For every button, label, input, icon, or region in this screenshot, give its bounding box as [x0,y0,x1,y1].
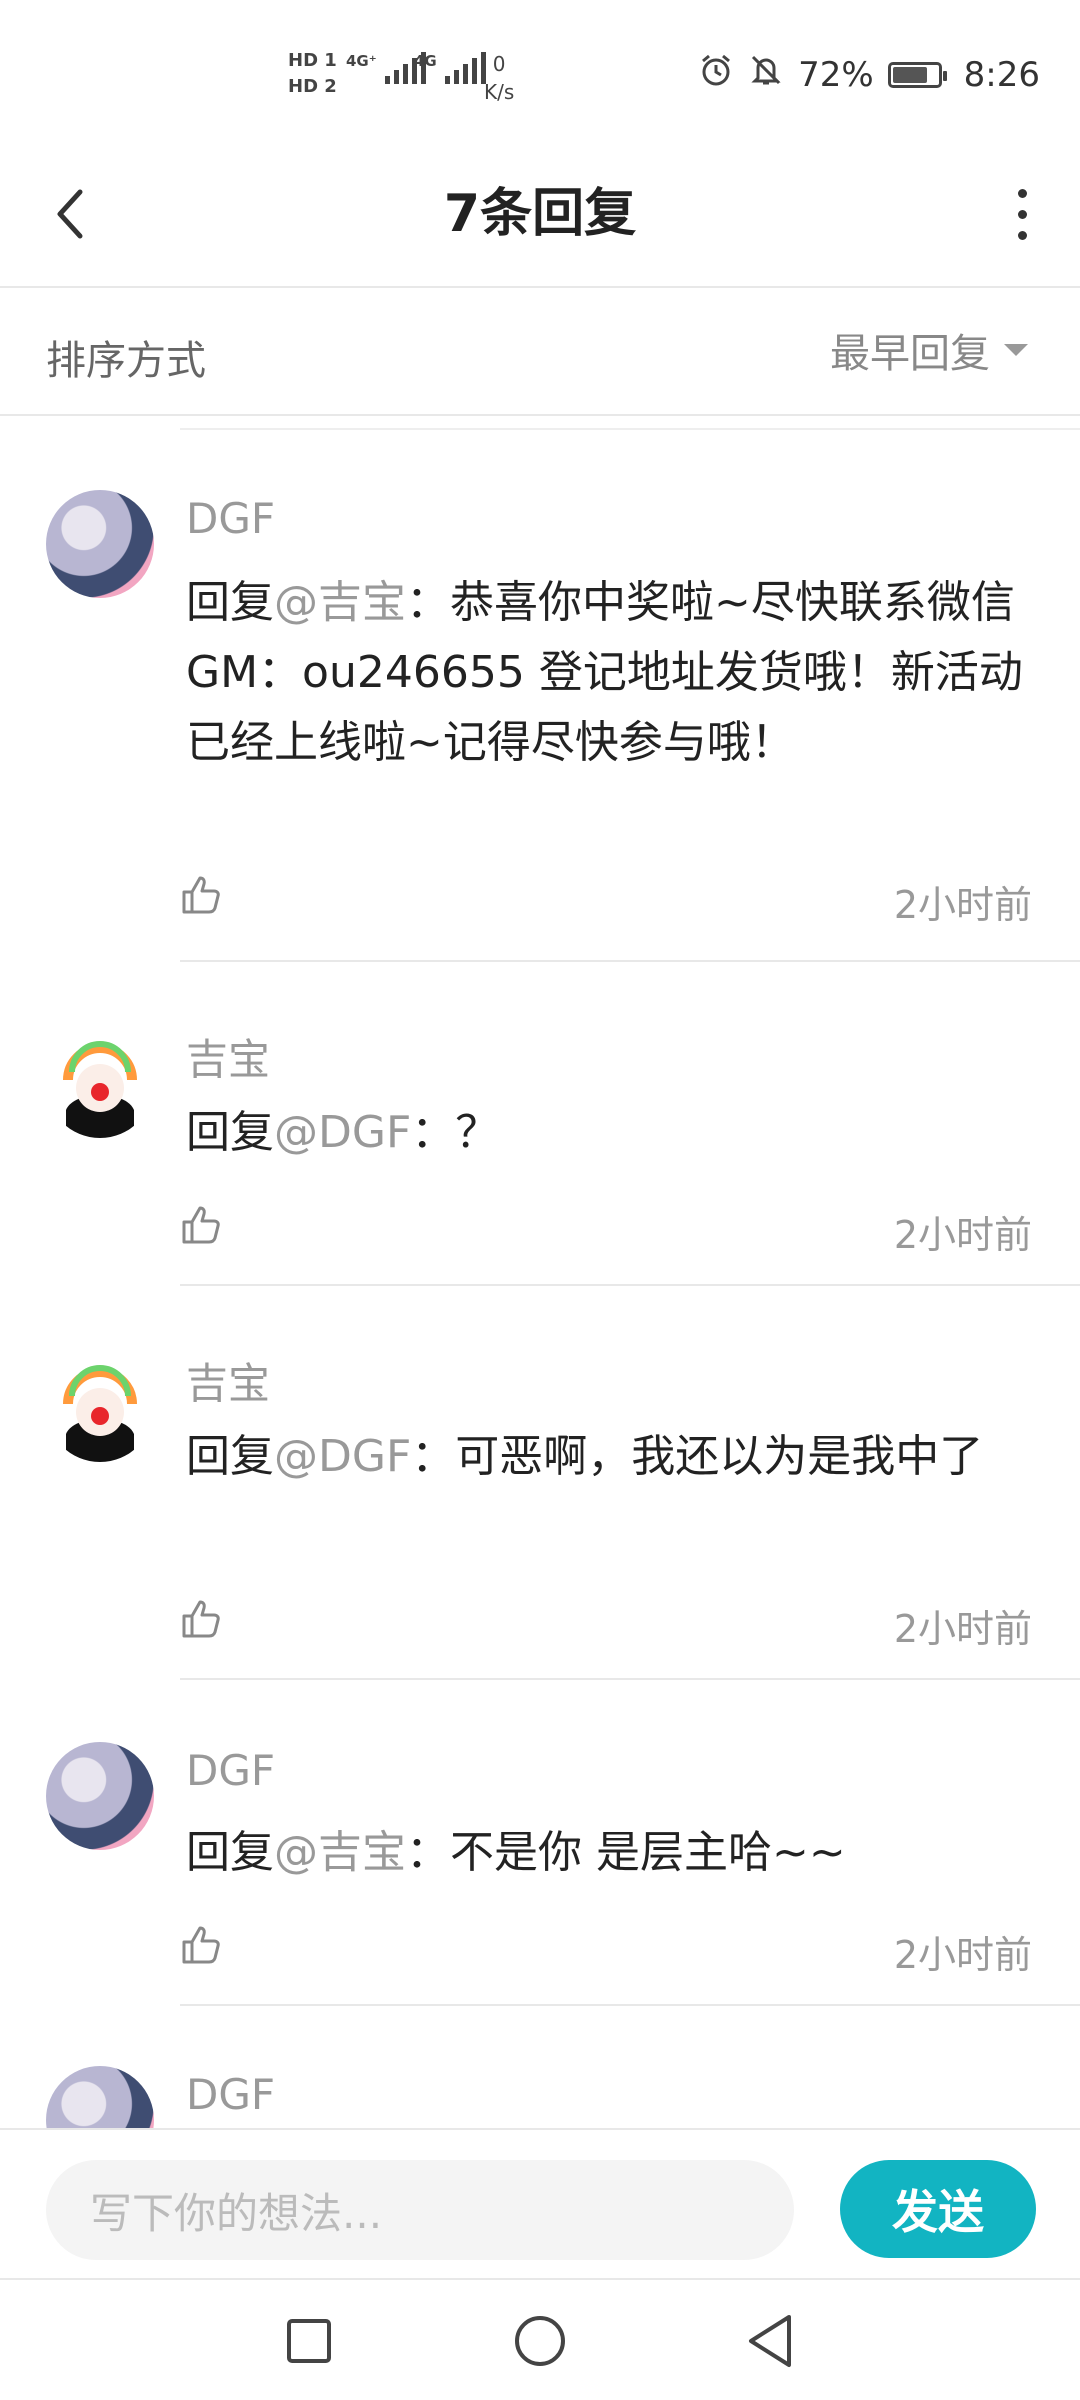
sort-bar: 排序方式 最早回复 [0,290,1080,416]
thumbs-up-icon [182,876,220,914]
reply-text: ：不是你 是层主哈~~ [406,1827,846,1878]
thumbs-up-icon [182,1600,220,1638]
top-app-bar: 7条回复 [0,150,1080,288]
reply-prefix: 回复 [186,1431,274,1482]
sort-label: 排序方式 [46,338,206,384]
battery-percent: 72% [798,54,874,95]
more-vertical-icon [1017,188,1027,198]
reply-text: ：可恶啊，我还以为是我中了 [411,1431,984,1482]
network-speed-unit: K/s [484,80,515,104]
sort-selected-value: 最早回复 [830,331,990,377]
reply-time: 2小时前 [893,883,1032,927]
thumbs-up-icon [182,1206,220,1244]
alarm-icon [698,52,734,97]
list-top-divider [180,420,1080,430]
avatar[interactable] [46,490,154,598]
like-button[interactable] [180,1922,228,1970]
network-speed: 0 K/s [484,50,514,106]
reply-username[interactable]: DGF [186,2070,275,2119]
reply-item: DGF [0,2006,1080,2128]
recents-button[interactable] [274,2306,344,2376]
avatar[interactable] [46,1030,154,1138]
reply-content: 回复@DGF：可恶啊，我还以为是我中了 [186,1422,1006,1492]
send-button[interactable]: 发送 [840,2160,1036,2258]
thumbs-up-icon [182,1926,220,1964]
back-nav-button[interactable] [736,2306,806,2376]
comment-input-bar: 写下你的想法... 发送 [0,2128,1080,2280]
reply-content: 回复@吉宝：不是你 是层主哈~~ [186,1818,1036,1888]
caret-down-icon [1004,344,1028,356]
avatar[interactable] [46,2066,154,2128]
avatar[interactable] [46,1354,154,1462]
mention-link[interactable]: @吉宝 [274,577,406,628]
like-button[interactable] [180,1202,228,1250]
mention-link[interactable]: @DGF [274,1431,411,1482]
triangle-back-icon [749,2315,791,2367]
status-bar: HD 1 HD 2 4G⁺ 4G 0 K/s 72% 8:26 [0,0,1080,150]
reply-content: 回复@吉宝：恭喜你中奖啦~尽快联系微信GM：ou246655 登记地址发货哦！新… [186,568,1036,778]
reply-prefix: 回复 [186,1827,274,1878]
more-options-button[interactable] [992,174,1052,254]
hd-indicator: HD 1 HD 2 [288,48,340,100]
page-title: 7条回复 [443,184,637,244]
reply-time: 2小时前 [893,1213,1032,1257]
square-icon [287,2319,331,2363]
network-speed-value: 0 [492,52,506,76]
reply-prefix: 回复 [186,1107,274,1158]
network-type-2: 4G [414,52,437,70]
reply-username[interactable]: DGF [186,1746,275,1795]
mention-link[interactable]: @DGF [274,1107,411,1158]
reply-time: 2小时前 [893,1933,1032,1977]
reply-time: 2小时前 [893,1607,1032,1651]
avatar[interactable] [46,1742,154,1850]
mute-bell-icon [748,52,784,97]
divider [180,960,1080,962]
signal-icon-sim2: 4G [414,52,486,84]
home-button[interactable] [505,2306,575,2376]
divider [180,1678,1080,1680]
battery-icon [887,61,947,88]
sort-dropdown[interactable]: 最早回复 [830,320,1028,380]
like-button[interactable] [180,1596,228,1644]
reply-prefix: 回复 [186,577,274,628]
reply-text: ：？ [411,1107,500,1158]
clock: 8:26 [963,54,1040,95]
hd2-label: HD 2 [288,76,337,97]
mention-link[interactable]: @吉宝 [274,1827,406,1878]
hd1-label: HD 1 [288,50,337,71]
reply-username[interactable]: 吉宝 [186,1026,270,1087]
reply-username[interactable]: 吉宝 [186,1350,270,1411]
system-nav-bar [0,2282,1080,2400]
comment-input[interactable]: 写下你的想法... [46,2160,794,2260]
like-button[interactable] [180,872,228,920]
divider [180,1284,1080,1286]
reply-username[interactable]: DGF [186,494,275,543]
circle-icon [515,2316,565,2366]
network-type-1: 4G⁺ [346,52,377,70]
status-right-group: 72% 8:26 [698,52,1040,97]
reply-content: 回复@DGF：？ [186,1098,1036,1168]
